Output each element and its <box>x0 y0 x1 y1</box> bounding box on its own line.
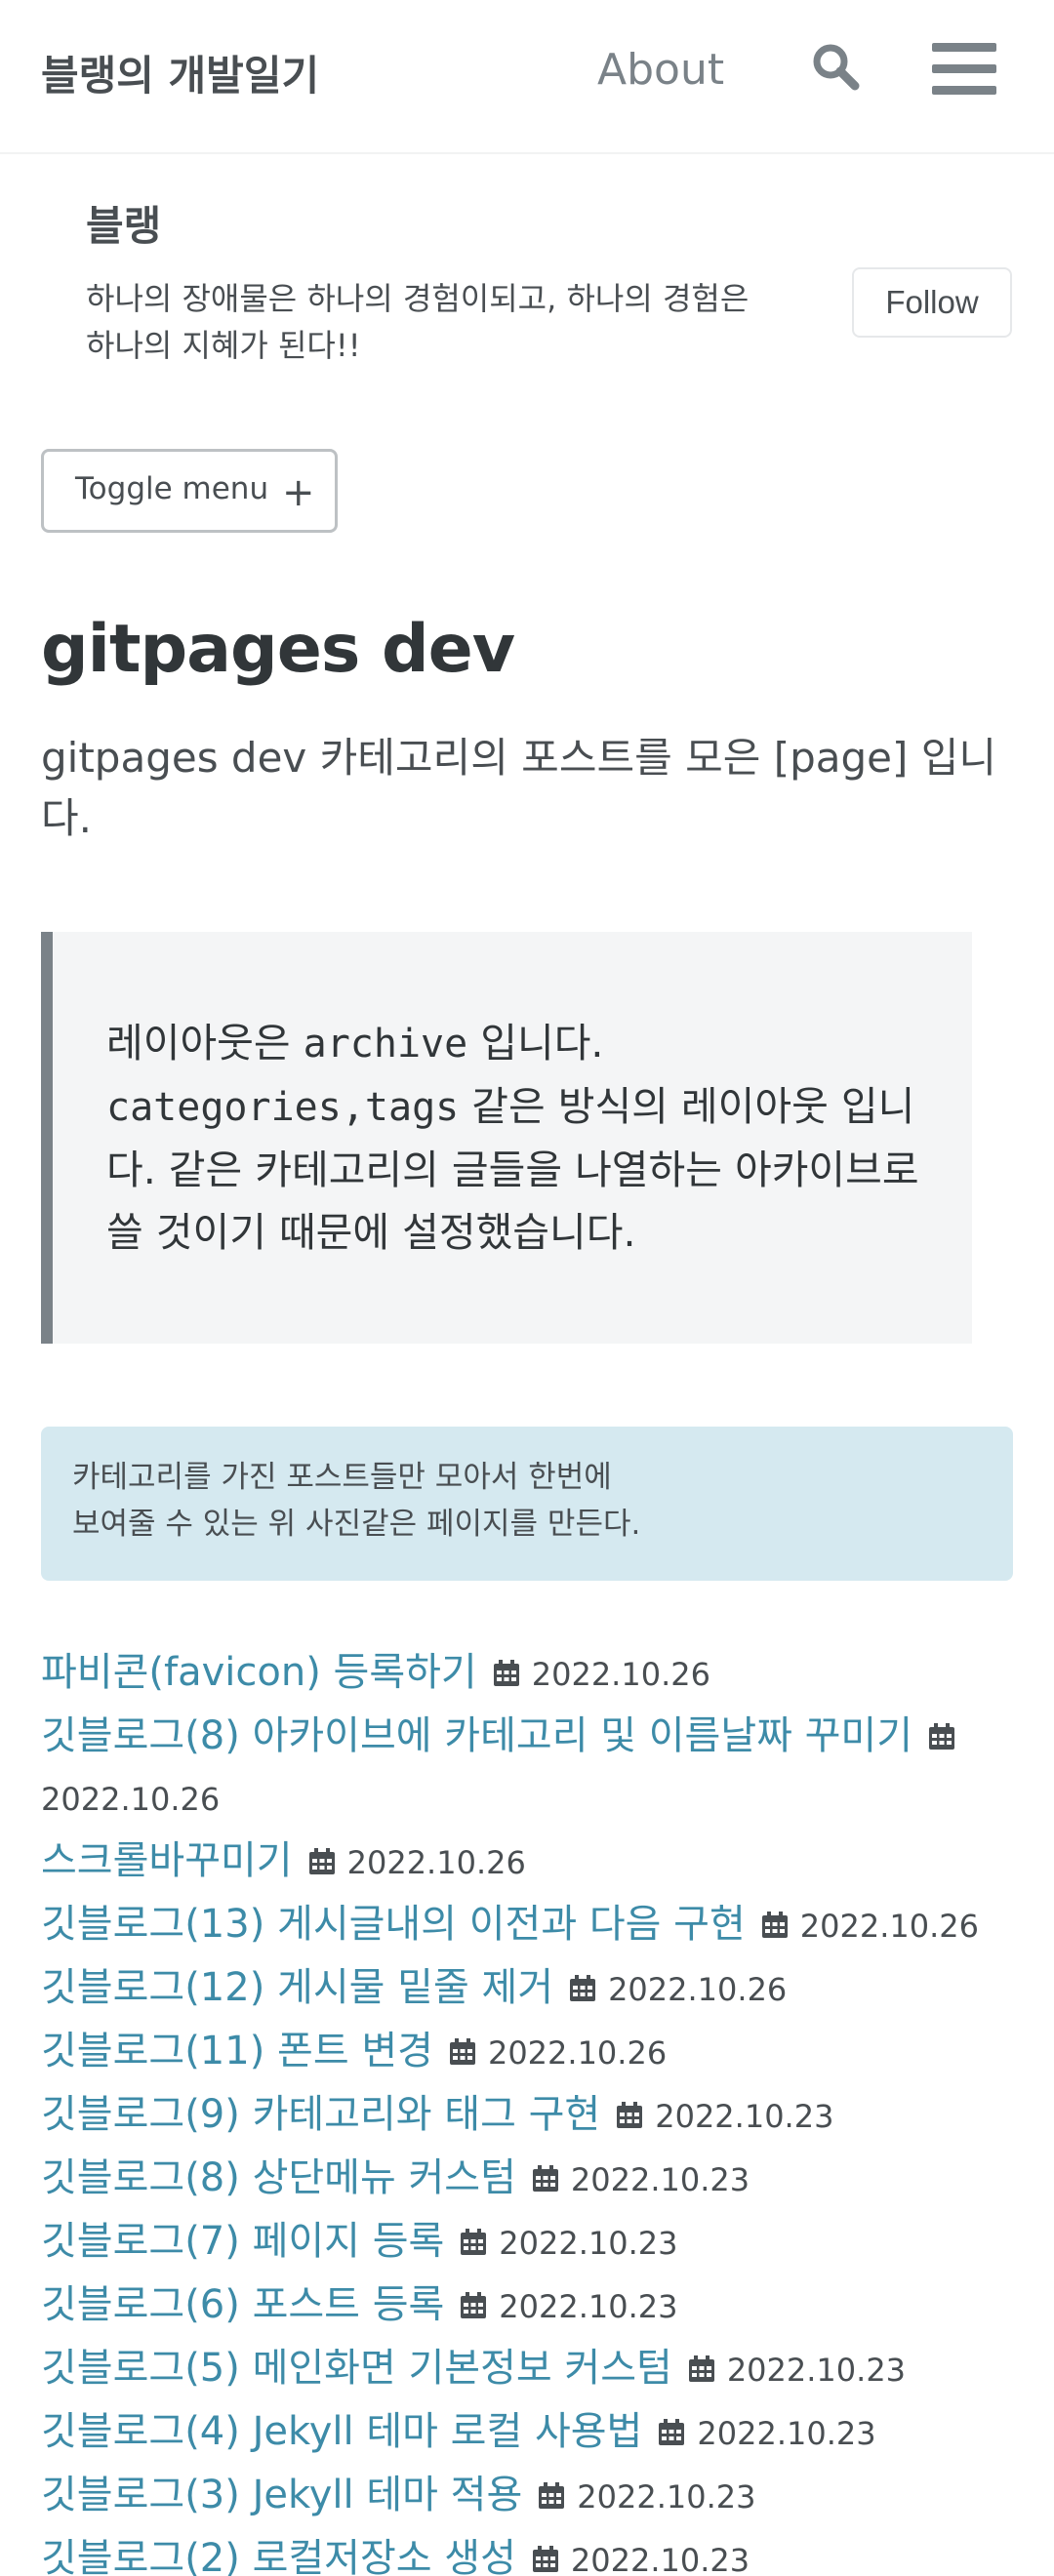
calendar-icon <box>658 2403 685 2445</box>
plus-icon: + <box>282 470 315 515</box>
search-icon <box>813 44 860 91</box>
calendar-icon <box>928 1708 955 1750</box>
post-list-item: 깃블로그(2) 로컬저장소 생성 2022.10.23 <box>41 2528 1027 2576</box>
post-date: 2022.10.23 <box>697 2415 876 2452</box>
author-name: 블랭 <box>86 202 162 250</box>
post-date: 2022.10.26 <box>799 1908 979 1945</box>
post-title-link[interactable]: 깃블로그(8) 상단메뉴 커스텀 <box>41 2155 516 2200</box>
post-list-item: 깃블로그(7) 페이지 등록 2022.10.23 <box>41 2211 1027 2274</box>
calendar-icon <box>688 2340 715 2382</box>
code-archive: archive <box>303 1022 468 1067</box>
post-list-item: 깃블로그(4) Jekyll 테마 로컬 사용법 2022.10.23 <box>41 2401 1027 2465</box>
hamburger-icon <box>932 86 996 95</box>
notice-box: 카테고리를 가진 포스트들만 모아서 한번에 보여줄 수 있는 위 사진같은 페… <box>41 1427 1013 1581</box>
author-bio-line: 하나의 장애물은 하나의 경험이되고, 하나의 경험은 <box>86 280 750 317</box>
hamburger-icon <box>932 43 996 52</box>
hamburger-icon <box>932 64 996 73</box>
blockquote-text: 레이아웃은 archive 입니다. categories,tags 같은 방식… <box>106 1012 946 1264</box>
post-title-link[interactable]: 깃블로그(13) 게시글내의 이전과 다음 구현 <box>41 1902 746 1947</box>
calendar-icon <box>761 1896 789 1938</box>
post-title-link[interactable]: 깃블로그(2) 로컬저장소 생성 <box>41 2536 516 2576</box>
post-list-item: 깃블로그(11) 폰트 변경 2022.10.26 <box>41 2021 1027 2084</box>
blockquote-text-suffix: 입니다. <box>467 1020 604 1067</box>
post-title-link[interactable]: 깃블로그(7) 페이지 등록 <box>41 2219 444 2264</box>
page-title: gitpages dev <box>41 611 515 688</box>
search-button[interactable] <box>810 41 863 94</box>
notice-line: 카테고리를 가진 포스트들만 모아서 한번에 <box>72 1460 612 1495</box>
site-title[interactable]: 블랭의 개발일기 <box>41 43 319 102</box>
post-list-item: 깃블로그(6) 포스트 등록 2022.10.23 <box>41 2274 1027 2338</box>
notice-text: 카테고리를 가진 포스트들만 모아서 한번에 보여줄 수 있는 위 사진같은 페… <box>72 1454 951 1548</box>
layout-note-blockquote: 레이아웃은 archive 입니다. categories,tags 같은 방식… <box>41 932 972 1344</box>
post-date: 2022.10.23 <box>570 2161 750 2198</box>
page-lead: gitpages dev 카테고리의 포스트를 모은 [page] 입니다. <box>41 734 997 842</box>
masthead: 블랭의 개발일기 About <box>0 0 1054 154</box>
post-date: 2022.10.23 <box>499 2225 678 2262</box>
hamburger-menu-button[interactable] <box>932 43 996 98</box>
calendar-icon <box>532 2150 559 2192</box>
blockquote-text-prefix: 레이아웃은 <box>106 1020 304 1067</box>
post-date: 2022.10.23 <box>570 2542 750 2576</box>
calendar-icon <box>538 2467 565 2509</box>
toggle-menu-button[interactable]: Toggle menu + <box>41 449 338 533</box>
calendar-icon <box>532 2530 559 2572</box>
follow-button[interactable]: Follow <box>852 267 1012 338</box>
calendar-icon <box>493 1644 520 1686</box>
post-list-item: 깃블로그(8) 상단메뉴 커스텀 2022.10.23 <box>41 2148 1027 2211</box>
calendar-icon <box>449 2023 476 2065</box>
post-title-link[interactable]: 깃블로그(6) 포스트 등록 <box>41 2282 444 2327</box>
calendar-icon <box>308 1832 336 1874</box>
post-date: 2022.10.26 <box>346 1844 526 1881</box>
post-title-link[interactable]: 깃블로그(4) Jekyll 테마 로컬 사용법 <box>41 2409 642 2454</box>
post-title-link[interactable]: 깃블로그(3) Jekyll 테마 적용 <box>41 2473 522 2517</box>
post-list-item: 파비콘(favicon) 등록하기 2022.10.26 <box>41 1642 1027 1706</box>
post-list-item: 스크롤바꾸미기 2022.10.26 <box>41 1831 1027 1894</box>
post-date: 2022.10.26 <box>41 1781 221 1818</box>
nav-about-link[interactable]: About <box>597 45 724 95</box>
post-title-link[interactable]: 파비콘(favicon) 등록하기 <box>41 1650 477 1695</box>
author-bio: 하나의 장애물은 하나의 경험이되고, 하나의 경험은 하나의 지혜가 된다!! <box>86 275 789 369</box>
post-list-item: 깃블로그(3) Jekyll 테마 적용 2022.10.23 <box>41 2465 1027 2528</box>
post-title-link[interactable]: 스크롤바꾸미기 <box>41 1838 293 1883</box>
code-categories-tags: categories,tags <box>106 1085 460 1130</box>
post-list-item: 깃블로그(5) 메인화면 기본정보 커스텀 2022.10.23 <box>41 2338 1027 2401</box>
notice-line: 보여줄 수 있는 위 사진같은 페이지를 만든다. <box>72 1507 641 1542</box>
calendar-icon <box>616 2086 643 2128</box>
author-bio-line: 하나의 지혜가 된다!! <box>86 327 361 364</box>
post-date: 2022.10.23 <box>726 2352 907 2389</box>
post-list-item: 깃블로그(12) 게시물 밑줄 제거 2022.10.26 <box>41 1957 1027 2021</box>
post-title-link[interactable]: 깃블로그(9) 카테고리와 태그 구현 <box>41 2092 600 2137</box>
calendar-icon <box>460 2276 487 2318</box>
calendar-icon <box>460 2213 487 2255</box>
post-title-link[interactable]: 깃블로그(5) 메인화면 기본정보 커스텀 <box>41 2346 672 2391</box>
post-date: 2022.10.23 <box>577 2478 756 2516</box>
post-title-link[interactable]: 깃블로그(8) 아카이브에 카테고리 및 이름날짜 꾸미기 <box>41 1713 912 1758</box>
post-date: 2022.10.26 <box>487 2034 668 2072</box>
post-date: 2022.10.26 <box>531 1656 710 1693</box>
calendar-icon <box>569 1959 596 2001</box>
post-list-item: 깃블로그(8) 아카이브에 카테고리 및 이름날짜 꾸미기 2022.10.26 <box>41 1706 1027 1831</box>
post-title-link[interactable]: 깃블로그(12) 게시물 밑줄 제거 <box>41 1965 553 2010</box>
post-list-item: 깃블로그(9) 카테고리와 태그 구현 2022.10.23 <box>41 2084 1027 2148</box>
post-list-item: 깃블로그(13) 게시글내의 이전과 다음 구현 2022.10.26 <box>41 1894 1027 1957</box>
post-date: 2022.10.26 <box>608 1971 788 2008</box>
post-date: 2022.10.23 <box>499 2288 678 2325</box>
toggle-menu-label: Toggle menu <box>75 471 269 506</box>
post-date: 2022.10.23 <box>655 2098 834 2135</box>
post-list: 파비콘(favicon) 등록하기 2022.10.26 깃블로그(8) 아카이브에… <box>41 1642 1027 2576</box>
post-title-link[interactable]: 깃블로그(11) 폰트 변경 <box>41 2029 433 2073</box>
